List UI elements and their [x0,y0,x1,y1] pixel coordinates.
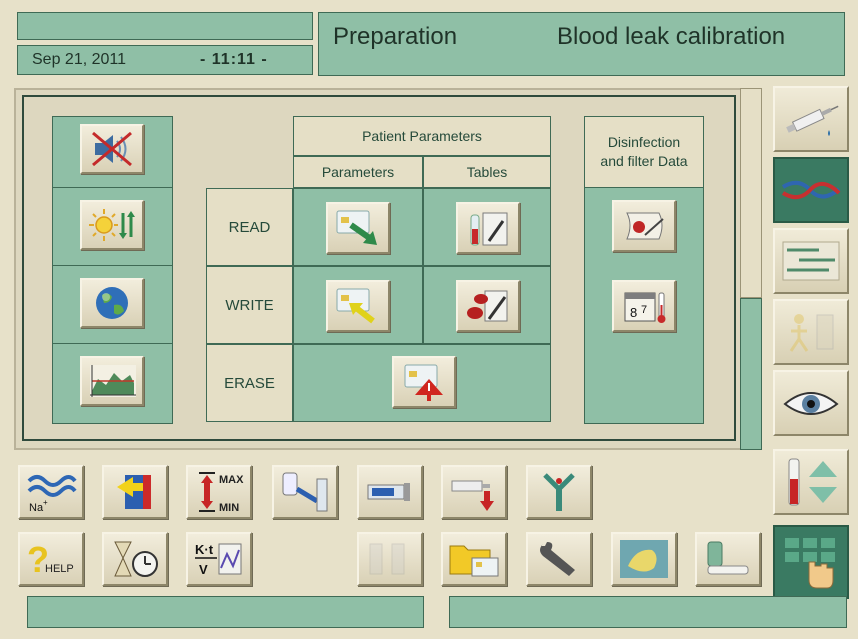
pump-icon [367,483,410,501]
erase-button[interactable] [392,356,456,408]
mode-title: Preparation [333,23,458,50]
service-button[interactable] [526,532,592,586]
help-text: HELP [45,563,74,575]
write-parameters-button[interactable] [326,280,390,332]
folder-card-icon [449,545,499,577]
patient-connect-icon [789,314,834,352]
graph-icon [90,365,136,397]
status-bar-right [449,596,847,628]
swap-button[interactable] [102,465,168,519]
timer-icon [114,541,158,577]
write-row-label: WRITE [206,266,293,344]
filter-data-button[interactable]: 8 7 [612,280,676,332]
max-min-icon: MAX MIN [199,472,244,514]
cleaning-icon [620,540,668,578]
status-bar-top [17,12,313,40]
tubes-button-disabled[interactable] [357,532,423,586]
card-erase-icon [404,364,443,401]
level-button[interactable] [773,449,849,515]
read-row-label: READ [206,188,293,266]
read-parameters-button[interactable] [326,202,390,254]
cleaning-button[interactable] [611,532,677,586]
list-button[interactable] [773,228,849,294]
disinfection-icon [626,212,664,240]
datetime-panel: Sep 21, 2011 - 11:11 - [17,45,313,75]
title-panel: Preparation Blood leak calibration [318,12,845,76]
svg-text:+: + [43,498,48,507]
ktv-icon: K·t V [195,542,242,577]
folder-card-button[interactable] [441,532,507,586]
scrollbar[interactable] [740,88,762,298]
time-text: - 11:11 - [200,51,268,68]
disinfection-data-button[interactable] [612,200,676,252]
svg-text:7: 7 [641,304,647,316]
y-connector-button[interactable] [526,465,592,519]
date-text: Sep 21, 2011 [32,51,127,68]
y-connector-icon [543,473,575,511]
write-tables-button[interactable] [456,280,520,332]
sodium-profile-button[interactable]: Na + [18,465,84,519]
card-read-icon [336,210,377,245]
erase-row-label: ERASE [206,344,293,422]
svg-text:8: 8 [630,305,637,320]
parameters-header: Parameters [293,156,423,188]
card-write-icon [336,288,375,324]
swap-arrows-icon [117,475,151,509]
status-bar-left [27,596,424,628]
brightness-button[interactable] [80,200,144,250]
read-tables-button[interactable] [456,202,520,254]
wrench-icon [540,542,575,576]
left-col-divider-1 [52,187,173,188]
max-min-button[interactable]: MAX MIN [186,465,252,519]
syringe-icon [786,105,839,136]
disinfection-header-text: Disinfection and filter Data [600,134,688,169]
calendar-thermometer-icon: 8 7 [624,292,666,323]
sodium-wave-icon: Na + [27,475,77,514]
syringe-down-icon [451,480,494,511]
level-arrows-icon [788,458,837,506]
patient-connect-button[interactable] [773,299,849,365]
cartridge-button[interactable] [695,532,761,586]
globe-button[interactable] [80,278,144,328]
left-col-divider-2 [52,265,173,266]
ktv-button[interactable]: K·t V [186,532,252,586]
bag-clamp-button[interactable] [272,465,338,519]
ktv-bottom-text: V [199,562,208,577]
crossed-lines-icon [781,180,841,200]
keypad-touch-icon [785,538,835,589]
graph-button[interactable] [80,356,144,406]
tube-clipboard-icon [470,212,508,246]
screen-title: Blood leak calibration [557,23,786,50]
syringe-down-button[interactable] [441,465,507,519]
syringe-button[interactable] [773,86,849,152]
sound-off-icon [92,131,132,167]
timer-button[interactable] [102,532,168,586]
bag-clamp-icon [282,472,328,512]
keypad-button[interactable] [773,525,849,599]
scroll-strip-green [740,298,762,450]
help-icon: ? HELP [27,539,74,580]
blood-cells-icon [467,290,508,322]
min-text: MIN [219,502,239,514]
eye-button[interactable] [773,370,849,436]
pump-button[interactable] [357,465,423,519]
help-button[interactable]: ? HELP [18,532,84,586]
sound-off-button[interactable] [80,124,144,174]
brightness-icon [89,209,135,241]
active-mode-button[interactable] [773,157,849,223]
disabled-tubes-icon [369,543,405,575]
ktv-top-text: K·t [195,542,214,557]
disinfection-header: Disinfection and filter Data [584,116,704,188]
list-icon [782,241,840,281]
globe-icon [96,287,128,319]
eye-icon [783,392,839,415]
max-text: MAX [219,474,244,486]
cartridge-icon [707,541,749,575]
patient-params-header: Patient Parameters [293,116,551,156]
left-col-divider-3 [52,343,173,344]
tables-header: Tables [423,156,551,188]
na-text: Na [29,502,44,514]
